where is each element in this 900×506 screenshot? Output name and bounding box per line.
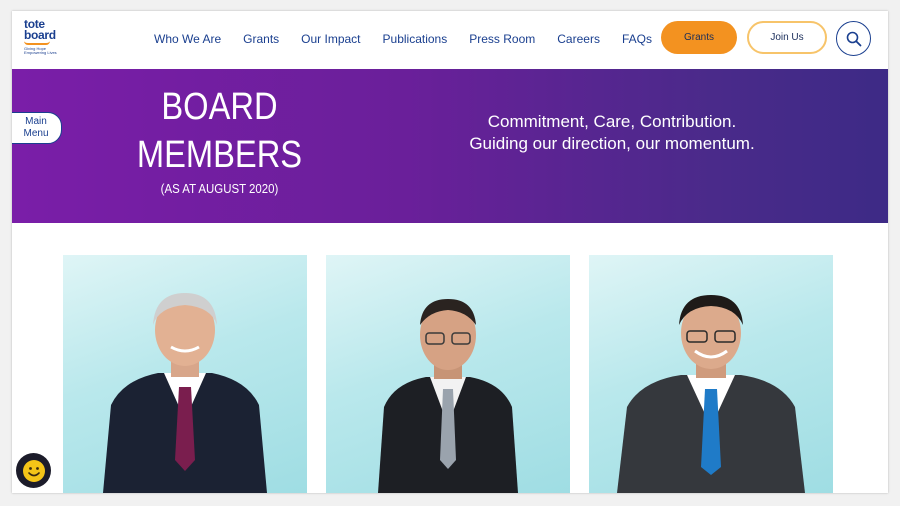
join-us-button[interactable]: Join Us bbox=[747, 21, 827, 54]
portrait-image bbox=[617, 295, 805, 493]
nav-faqs[interactable]: FAQs bbox=[622, 32, 652, 46]
nav-press-room[interactable]: Press Room bbox=[469, 32, 535, 46]
portrait-image bbox=[378, 299, 518, 493]
nav-careers[interactable]: Careers bbox=[557, 32, 600, 46]
portrait-image bbox=[103, 293, 267, 493]
main-nav: Who We Are Grants Our Impact Publication… bbox=[154, 32, 674, 46]
smiley-chat-icon bbox=[22, 459, 45, 482]
page-title-line2: MEMBERS bbox=[136, 134, 303, 176]
board-member-photo[interactable] bbox=[589, 255, 833, 493]
banner-tagline: Commitment, Care, Contribution. Guiding … bbox=[432, 111, 792, 155]
search-icon bbox=[846, 31, 861, 46]
nav-our-impact[interactable]: Our Impact bbox=[301, 32, 360, 46]
page-title-line1: BOARD bbox=[161, 86, 278, 128]
tagline-line1: Commitment, Care, Contribution. bbox=[487, 112, 737, 131]
tote-board-logo[interactable]: tote board Giving Hope Empowering Lives bbox=[24, 18, 58, 59]
site-header: tote board Giving Hope Empowering Lives … bbox=[12, 11, 888, 69]
grants-button[interactable]: Grants bbox=[661, 21, 737, 54]
search-button[interactable] bbox=[836, 21, 871, 56]
hero-banner: BOARD MEMBERS (AS AT AUGUST 2020) Commit… bbox=[12, 69, 888, 223]
chat-widget-button[interactable] bbox=[16, 453, 51, 488]
page-title: BOARD MEMBERS bbox=[127, 83, 312, 179]
main-menu-tab[interactable]: Main Menu bbox=[12, 112, 62, 144]
board-member-photo[interactable] bbox=[326, 255, 570, 493]
nav-grants[interactable]: Grants bbox=[243, 32, 279, 46]
page-subtitle: (AS AT AUGUST 2020) bbox=[160, 181, 279, 196]
tagline-line2: Guiding our direction, our momentum. bbox=[469, 134, 755, 153]
logo-text-line2: board bbox=[24, 28, 56, 42]
main-menu-line1: Main bbox=[25, 116, 47, 127]
nav-publications[interactable]: Publications bbox=[383, 32, 448, 46]
main-menu-line2: Menu bbox=[23, 128, 49, 139]
logo-tagline-2: Empowering Lives bbox=[24, 50, 57, 55]
board-member-photo[interactable] bbox=[63, 255, 307, 493]
nav-who-we-are[interactable]: Who We Are bbox=[154, 32, 221, 46]
browser-viewport: tote board Giving Hope Empowering Lives … bbox=[12, 11, 888, 493]
